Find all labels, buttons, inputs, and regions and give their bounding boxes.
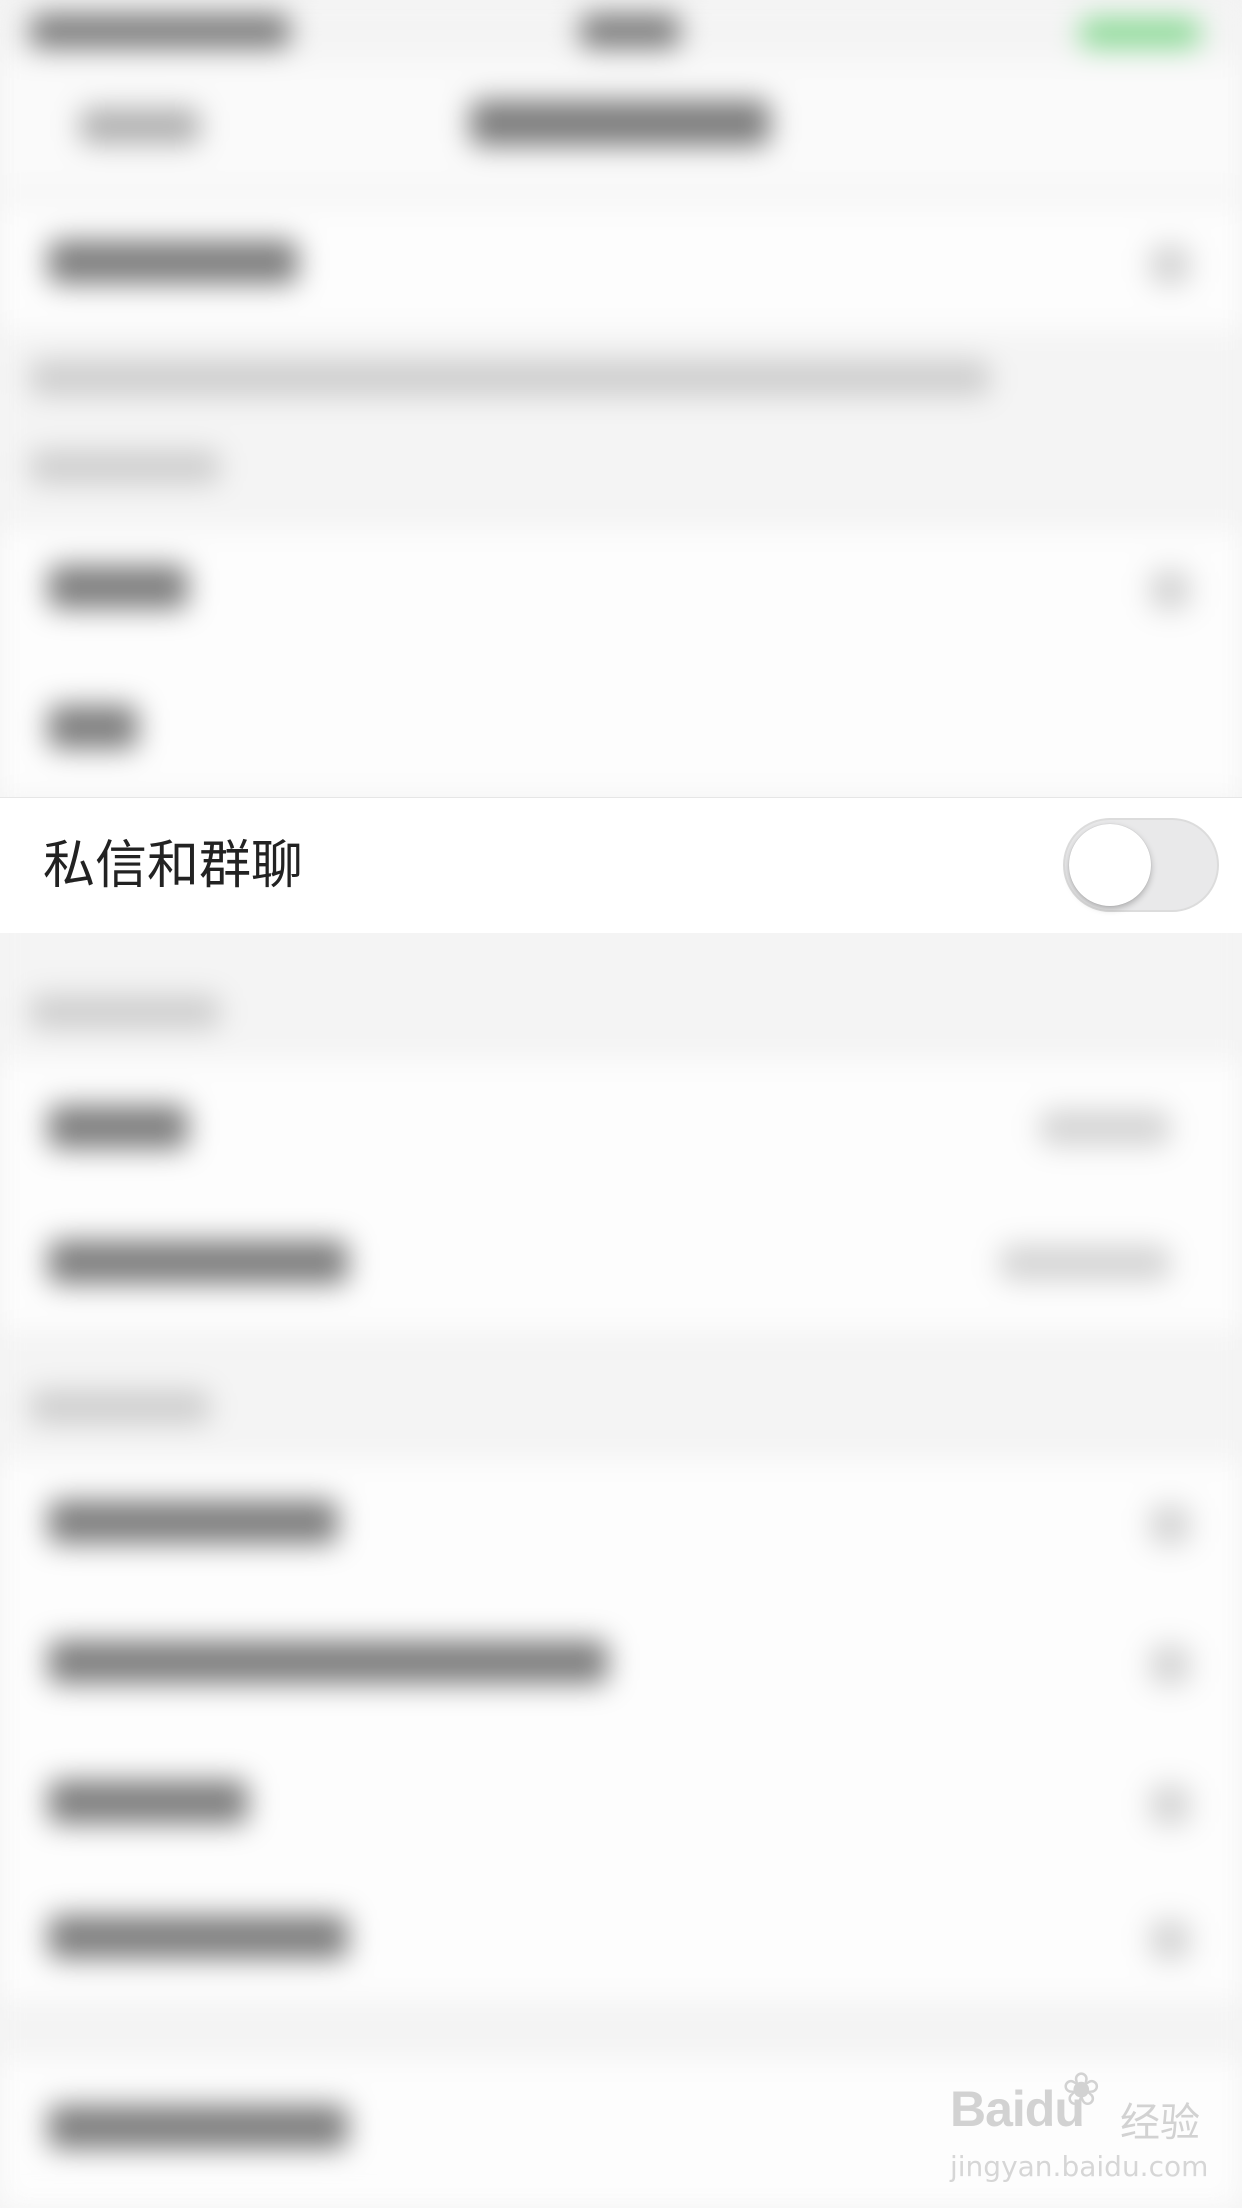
blurred-background xyxy=(0,0,1242,2208)
settings-row-private-messages: 私信和群聊 xyxy=(0,797,1242,933)
settings-row-label: 私信和群聊 xyxy=(43,836,304,896)
watermark-url: jingyan.baidu.com xyxy=(950,2150,1209,2183)
baidu-jingyan-watermark: Baidu ❀ 经验 jingyan.baidu.com xyxy=(950,2063,1210,2190)
watermark-cn-text: 经验 xyxy=(1120,2100,1200,2146)
toggle-knob xyxy=(1069,824,1151,906)
private-messages-toggle[interactable] xyxy=(1063,818,1219,912)
paw-icon: ❀ xyxy=(1062,2063,1101,2115)
